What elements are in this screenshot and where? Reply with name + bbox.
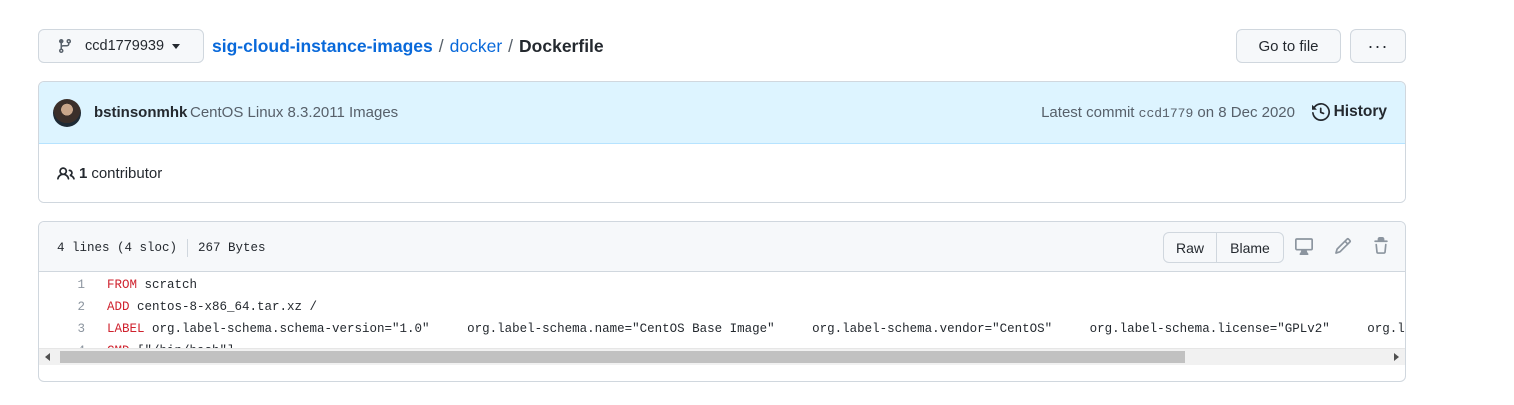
- code-keyword: LABEL: [107, 322, 145, 336]
- contributors-row[interactable]: 1 contributor: [39, 144, 1405, 202]
- breadcrumb-separator: /: [508, 36, 514, 56]
- scrollbar-thumb[interactable]: [60, 351, 1185, 363]
- file-lines-info: 4 lines (4 sloc): [57, 241, 178, 255]
- branch-name: ccd1779939: [85, 38, 165, 54]
- git-branch-icon: [58, 39, 71, 54]
- pencil-icon[interactable]: [1333, 236, 1353, 256]
- latest-commit-box: bstinsonmhk CentOS Linux 8.3.2011 Images…: [38, 81, 1406, 203]
- file-info: 4 lines (4 sloc) 267 Bytes: [57, 239, 266, 257]
- breadcrumb: sig-cloud-instance-images / docker / Doc…: [212, 36, 604, 57]
- code-text: centos-8-x86_64.tar.xz /: [129, 300, 318, 314]
- contributor-count: 1: [79, 165, 88, 182]
- file-button-group: Raw Blame: [1163, 232, 1284, 263]
- line-content: FROM scratch: [85, 278, 197, 292]
- blame-button[interactable]: Blame: [1217, 233, 1283, 262]
- commit-author-link[interactable]: bstinsonmhk: [94, 104, 187, 121]
- line-content: ADD centos-8-x86_64.tar.xz /: [85, 300, 317, 314]
- commit-message-link[interactable]: CentOS Linux 8.3.2011 Images: [190, 104, 398, 121]
- more-options-button[interactable]: ···: [1350, 29, 1406, 63]
- history-icon: [1311, 103, 1330, 121]
- file-header: 4 lines (4 sloc) 267 Bytes Raw Blame: [39, 222, 1405, 272]
- file-size: 267 Bytes: [198, 241, 266, 255]
- code-line: 2 ADD centos-8-x86_64.tar.xz /: [39, 296, 1405, 318]
- go-to-file-button[interactable]: Go to file: [1236, 29, 1341, 63]
- breadcrumb-folder-link[interactable]: docker: [450, 36, 503, 57]
- commit-date: on 8 Dec 2020: [1197, 104, 1295, 121]
- history-label: History: [1333, 103, 1387, 120]
- file-viewer: 4 lines (4 sloc) 267 Bytes Raw Blame 1 F…: [38, 221, 1406, 382]
- trash-icon[interactable]: [1371, 236, 1391, 256]
- horizontal-scrollbar[interactable]: [39, 348, 1405, 365]
- breadcrumb-repo-link[interactable]: sig-cloud-instance-images: [212, 36, 433, 57]
- line-number[interactable]: 2: [39, 300, 85, 314]
- breadcrumb-separator: /: [438, 36, 444, 56]
- line-content: LABEL org.label-schema.schema-version="1…: [85, 322, 1405, 336]
- code-keyword: FROM: [107, 278, 138, 292]
- file-navigation: ccd1779939 sig-cloud-instance-images / d…: [38, 29, 1406, 63]
- code-text: scratch: [137, 278, 198, 292]
- commit-sha-link[interactable]: ccd1779: [1139, 106, 1194, 121]
- avatar[interactable]: [53, 99, 81, 127]
- scroll-right-arrow-icon[interactable]: [1394, 353, 1399, 361]
- latest-commit-label: Latest commit: [1041, 104, 1135, 121]
- people-icon: [57, 166, 75, 180]
- branch-select-button[interactable]: ccd1779939: [38, 29, 204, 63]
- commit-header: bstinsonmhk CentOS Linux 8.3.2011 Images…: [39, 82, 1405, 144]
- history-link[interactable]: History: [1311, 103, 1387, 121]
- chevron-down-icon: [172, 43, 181, 49]
- raw-button[interactable]: Raw: [1164, 233, 1217, 262]
- code-line: 3 LABEL org.label-schema.schema-version=…: [39, 318, 1405, 340]
- code-keyword: ADD: [107, 300, 130, 314]
- divider: [187, 239, 189, 257]
- desktop-icon[interactable]: [1294, 236, 1314, 256]
- commit-meta: Latest commit ccd1779 on 8 Dec 2020: [1041, 104, 1295, 121]
- code-text: org.label-schema.schema-version="1.0" or…: [152, 322, 1405, 336]
- code-view: 1 FROM scratch 2 ADD centos-8-x86_64.tar…: [39, 272, 1405, 365]
- scroll-left-arrow-icon[interactable]: [45, 353, 50, 361]
- contributor-label: contributor: [91, 165, 163, 182]
- breadcrumb-file-name: Dockerfile: [519, 36, 604, 56]
- code-line: 1 FROM scratch: [39, 274, 1405, 296]
- line-number[interactable]: 1: [39, 278, 85, 292]
- line-number[interactable]: 3: [39, 322, 85, 336]
